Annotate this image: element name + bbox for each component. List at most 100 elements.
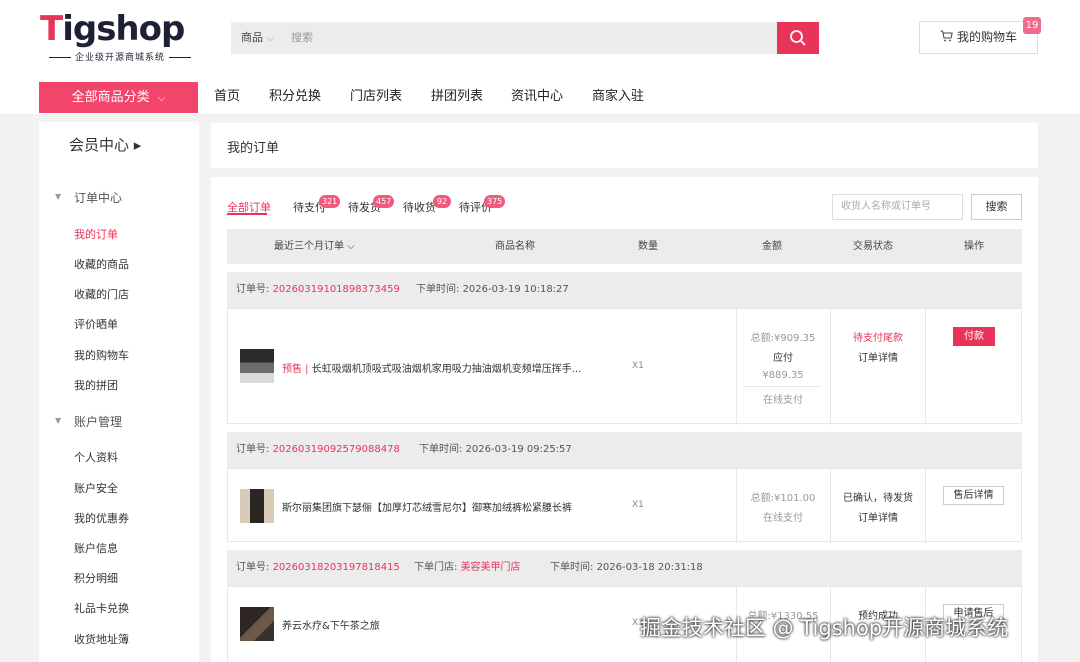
nav-item-group-buy[interactable]: 拼团列表 — [431, 82, 483, 113]
tab-badge-pending-payment: 321 — [319, 195, 341, 208]
column-divider — [736, 309, 737, 425]
order-search-input[interactable]: 收货人名称或订单号 — [832, 194, 963, 220]
order-row: 斯尔丽集团旗下瑟俪【加厚灯芯绒雪尼尔】御寒加绒裤松紧腰长裤 X1 总额:¥101… — [227, 468, 1022, 543]
logo-letter-t: T — [40, 9, 63, 49]
member-center-title[interactable]: 会员中心 ▸ — [69, 134, 141, 155]
column-header-status: 交易状态 — [853, 241, 893, 252]
order-header: 订单号: 20260319101898373459 下单时间: 2026-03-… — [227, 272, 1022, 308]
payment-method: 在线支付 — [763, 513, 803, 524]
pay-button[interactable]: 付款 — [953, 327, 995, 346]
column-header-actions: 操作 — [964, 241, 984, 252]
order-number: 订单号: 20260319092579088478 — [236, 432, 400, 468]
order-time: 下单时间: 2026-03-18 20:31:18 — [550, 550, 703, 586]
all-categories-button[interactable]: 全部商品分类 ⌵ — [39, 82, 198, 113]
nav-item-home[interactable]: 首页 — [214, 82, 240, 113]
amount-divider — [744, 386, 822, 387]
sidebar-item-cart[interactable]: 我的购物车 — [74, 347, 129, 363]
order-time-value: 2026-03-19 10:18:27 — [462, 284, 569, 295]
search-input[interactable]: 搜索 — [291, 22, 771, 54]
product-name[interactable]: 斯尔丽集团旗下瑟俪【加厚灯芯绒雪尼尔】御寒加绒裤松紧腰长裤 — [282, 499, 592, 514]
tab-badge-pending-shipment: 457 — [373, 195, 395, 208]
presale-tag: 预售 | — [282, 364, 312, 375]
logo-wordmark: Tigshop — [40, 9, 185, 49]
search-category-select[interactable]: 商品 ⌵ — [241, 22, 274, 55]
orders-panel: 全部订单 待支付 321 待发货 457 待收货 92 待评价 375 收货人名… — [211, 177, 1038, 662]
nav-item-merchant-join[interactable]: 商家入驻 — [592, 82, 644, 113]
sidebar-section-account[interactable]: 账户管理 — [74, 413, 122, 430]
order-time-label: 下单时间: — [550, 562, 594, 573]
chevron-down-icon: ⌵ — [267, 34, 274, 44]
order-row: 预售 | 长虹吸烟机顶吸式吸油烟机家用吸力抽油烟机变频增压挥手... X1 总额… — [227, 308, 1022, 425]
tab-badge-pending-review: 375 — [484, 195, 506, 208]
cart-count-badge: 19 — [1023, 17, 1041, 34]
cart-button[interactable]: 我的购物车 — [919, 21, 1038, 54]
sidebar-item-profile[interactable]: 个人资料 — [74, 449, 118, 465]
product-name[interactable]: 养云水疗&下午茶之旅 — [282, 617, 592, 632]
sidebar-item-group-buy[interactable]: 我的拼团 — [74, 377, 118, 393]
column-divider — [830, 469, 831, 543]
order-detail-link[interactable]: 订单详情 — [831, 509, 925, 524]
order-status: 待支付尾款 — [853, 333, 903, 344]
cart-label: 我的购物车 — [956, 30, 1017, 44]
column-divider — [830, 309, 831, 425]
sidebar-item-account-security[interactable]: 账户安全 — [74, 480, 118, 496]
date-range-select[interactable]: 最近三个月订单 ⌵ — [274, 229, 355, 264]
nav-item-news[interactable]: 资讯中心 — [511, 82, 563, 113]
order-store: 下单门店: 美容美甲门店 — [414, 550, 521, 586]
order-detail-link[interactable]: 订单详情 — [831, 349, 925, 364]
tigshop-logo[interactable]: Tigshop 企业级开源商城系统 — [40, 10, 200, 64]
sidebar-item-favorite-goods[interactable]: 收藏的商品 — [74, 256, 129, 272]
product-quantity: X1 — [632, 361, 644, 371]
order-number-value[interactable]: 20260319092579088478 — [273, 444, 400, 455]
order-search-button[interactable]: 搜索 — [971, 194, 1022, 220]
nav-item-points-exchange[interactable]: 积分兑换 — [269, 82, 321, 113]
page-title-bar: 我的订单 — [211, 123, 1038, 168]
product-title: 长虹吸烟机顶吸式吸油烟机家用吸力抽油烟机变频增压挥手... — [311, 364, 582, 375]
order-number-label: 订单号: — [236, 562, 270, 573]
order-total: 总额:¥909.35 — [750, 333, 816, 344]
product-name[interactable]: 预售 | 长虹吸烟机顶吸式吸油烟机家用吸力抽油烟机变频增压挥手... — [282, 360, 592, 375]
product-thumbnail[interactable] — [240, 349, 274, 383]
chevron-down-icon: ⌵ — [157, 93, 166, 104]
sidebar-item-account-info[interactable]: 账户信息 — [74, 540, 118, 556]
chevron-down-icon: ▼ — [55, 416, 62, 425]
page-title: 我的订单 — [227, 141, 280, 156]
nav-item-store-list[interactable]: 门店列表 — [350, 82, 402, 113]
order-number-value[interactable]: 20260318203197818415 — [273, 562, 400, 573]
order-number: 订单号: 20260319101898373459 — [236, 272, 400, 308]
amount-due: ¥889.35 — [762, 370, 804, 381]
sidebar-item-coupons[interactable]: 我的优惠券 — [74, 510, 129, 526]
column-divider — [925, 309, 926, 425]
product-quantity: X1 — [632, 500, 644, 510]
order-time-label: 下单时间: — [416, 284, 460, 295]
product-thumbnail[interactable] — [240, 489, 274, 523]
order-number-value[interactable]: 20260319101898373459 — [273, 284, 400, 295]
tab-pending-receipt[interactable]: 待收货 — [403, 199, 436, 215]
sidebar-item-gift-card[interactable]: 礼品卡兑换 — [74, 600, 129, 616]
search-bar: 商品 ⌵ 搜索 — [231, 22, 819, 54]
sidebar-item-favorite-stores[interactable]: 收藏的门店 — [74, 286, 129, 302]
site-header: Tigshop 企业级开源商城系统 商品 ⌵ 搜索 我的购物车 19 全部商品分类… — [0, 0, 1080, 114]
chevron-down-icon: ▼ — [55, 192, 62, 201]
sidebar-item-address-book[interactable]: 收货地址簿 — [74, 631, 129, 647]
order-store-value[interactable]: 美容美甲门店 — [461, 562, 521, 573]
sidebar-item-points-detail[interactable]: 积分明细 — [74, 570, 118, 586]
after-sales-detail-button[interactable]: 售后详情 — [943, 486, 1004, 505]
logo-text: igshop — [62, 9, 185, 49]
order-number-label: 订单号: — [236, 444, 270, 455]
all-categories-label: 全部商品分类 — [71, 90, 150, 105]
logo-subtitle: 企业级开源商城系统 — [40, 50, 200, 63]
search-button[interactable] — [777, 22, 819, 54]
sidebar-section-orders[interactable]: 订单中心 — [74, 189, 122, 206]
search-category-label: 商品 — [241, 31, 263, 44]
column-header-quantity: 数量 — [638, 241, 658, 252]
cart-icon — [940, 30, 953, 42]
column-divider — [736, 469, 737, 543]
member-sidebar: 会员中心 ▸ ▼ 订单中心 我的订单 收藏的商品 收藏的门店 评价晒单 我的购物… — [39, 122, 199, 662]
product-thumbnail[interactable] — [240, 607, 274, 641]
sidebar-item-reviews[interactable]: 评价晒单 — [74, 316, 118, 332]
sidebar-item-my-orders[interactable]: 我的订单 — [74, 226, 118, 242]
order-store-label: 下单门店: — [414, 562, 458, 573]
search-icon — [790, 30, 806, 46]
column-divider — [925, 469, 926, 543]
